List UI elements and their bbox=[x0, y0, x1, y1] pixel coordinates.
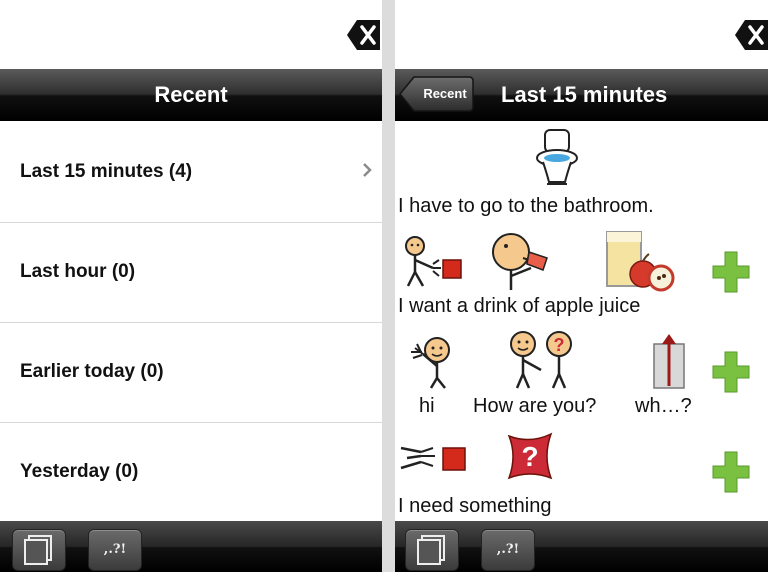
svg-text:?: ? bbox=[521, 441, 538, 472]
something-icon: ? bbox=[507, 432, 553, 480]
message-bar[interactable] bbox=[0, 0, 382, 70]
clear-icon[interactable] bbox=[734, 18, 768, 52]
recent-row-last-15-minutes[interactable]: Last 15 minutes (4) bbox=[0, 122, 382, 223]
punctuation-label: ,.?! bbox=[103, 542, 127, 557]
toilet-icon bbox=[536, 129, 578, 185]
punctuation-button[interactable]: ,.?! bbox=[88, 529, 142, 571]
phrase-row[interactable]: ? hi How are you? wh…? bbox=[395, 322, 768, 423]
row-label: Earlier today (0) bbox=[20, 361, 164, 382]
clear-icon[interactable] bbox=[346, 18, 380, 52]
phrase-text: I have to go to the bathroom. bbox=[398, 195, 654, 217]
recent-row-last-hour[interactable]: Last hour (0) bbox=[0, 222, 382, 323]
how-are-you-icon: ? bbox=[510, 331, 572, 389]
plus-icon[interactable] bbox=[711, 450, 751, 494]
phrase-text: I need something bbox=[398, 495, 552, 517]
recent-panel: Recent Last 15 minutes (4) Last hour (0)… bbox=[0, 0, 382, 572]
punctuation-label: ,.?! bbox=[496, 542, 520, 557]
phrases-panel: Last 15 minutes Recent I have to go to t… bbox=[395, 0, 768, 572]
copy-button[interactable] bbox=[405, 529, 459, 571]
row-label: Last 15 minutes (4) bbox=[20, 161, 193, 182]
phrase-row[interactable]: I want a drink of apple juice bbox=[395, 222, 768, 323]
page-title: Last 15 minutes bbox=[501, 82, 668, 107]
hi-icon bbox=[411, 337, 450, 389]
chevron-right-icon bbox=[362, 162, 372, 183]
phrase-word: hi bbox=[419, 395, 435, 417]
drink-icon bbox=[492, 233, 548, 290]
back-button-label: Recent bbox=[423, 86, 467, 101]
phrase-row[interactable]: I have to go to the bathroom. bbox=[395, 122, 768, 223]
question-icon bbox=[653, 334, 685, 389]
message-bar[interactable] bbox=[395, 0, 768, 70]
plus-icon[interactable] bbox=[711, 250, 751, 294]
recent-row-yesterday[interactable]: Yesterday (0) bbox=[0, 422, 382, 523]
need-icon bbox=[400, 446, 466, 471]
panel-divider bbox=[382, 0, 395, 572]
row-label: Last hour (0) bbox=[20, 261, 136, 282]
back-button[interactable]: Recent bbox=[399, 74, 475, 114]
nav-bar: Recent bbox=[0, 69, 382, 121]
copy-button[interactable] bbox=[12, 529, 66, 571]
plus-icon[interactable] bbox=[711, 350, 751, 394]
punctuation-button[interactable]: ,.?! bbox=[481, 529, 535, 571]
apple-juice-icon bbox=[606, 231, 675, 292]
copy-icon bbox=[417, 535, 445, 565]
want-icon bbox=[405, 236, 462, 287]
recent-row-earlier-today[interactable]: Earlier today (0) bbox=[0, 322, 382, 423]
copy-icon bbox=[24, 535, 52, 565]
svg-text:?: ? bbox=[554, 335, 565, 355]
row-label: Yesterday (0) bbox=[20, 461, 139, 482]
phrase-row[interactable]: ? I need something bbox=[395, 422, 768, 523]
phrase-word: How are you? bbox=[473, 395, 597, 417]
phrase-word: wh…? bbox=[635, 395, 692, 417]
phrase-text: I want a drink of apple juice bbox=[398, 295, 641, 317]
page-title: Recent bbox=[154, 82, 228, 107]
